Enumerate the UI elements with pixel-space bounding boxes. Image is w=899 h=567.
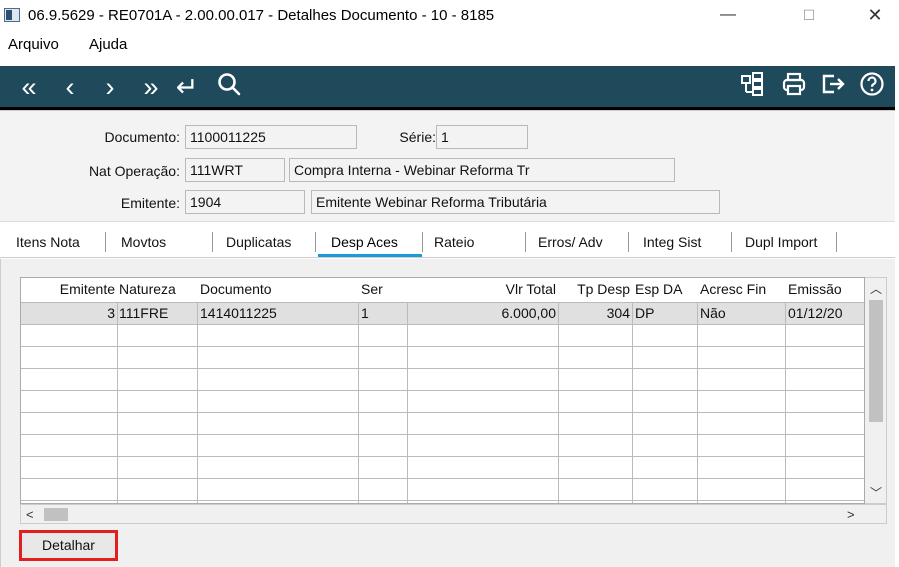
menu-arquivo[interactable]: Arquivo (8, 36, 59, 53)
structure-icon[interactable] (737, 71, 767, 103)
col-header-acresc-fin[interactable]: Acresc Fin (698, 278, 785, 302)
nat-operacao-desc-field[interactable]: Compra Interna - Webinar Reforma Tr (289, 158, 675, 182)
grid-line (358, 302, 359, 503)
serie-field[interactable]: 1 (436, 125, 528, 149)
emitente-label: Emitente: (120, 195, 180, 211)
documento-label: Documento: (104, 129, 180, 145)
documento-field[interactable]: 1100011225 (185, 125, 357, 149)
grid-line (21, 346, 864, 347)
grid-line (697, 302, 698, 503)
grid-line (21, 390, 864, 391)
tab-erros-adv[interactable]: Erros/ Adv (538, 234, 603, 250)
last-icon[interactable]: » (134, 71, 168, 103)
print-icon[interactable] (779, 71, 809, 103)
cell-documento[interactable]: 1414011225 (198, 302, 358, 324)
grid-line (197, 302, 198, 503)
vertical-scroll-thumb[interactable] (869, 300, 883, 422)
cell-emissao[interactable]: 01/12/20 (786, 302, 864, 324)
document-header-form: Documento: 1100011225 Série: 1 Nat Opera… (0, 110, 895, 222)
tab-rateio[interactable]: Rateio (434, 234, 474, 250)
prev-icon[interactable]: ‹ (58, 71, 82, 103)
search-icon[interactable] (214, 71, 244, 103)
cell-esp-da[interactable]: DP (633, 302, 697, 324)
first-icon[interactable]: « (12, 71, 46, 103)
grid-line (21, 434, 864, 435)
tab-separator (836, 232, 837, 252)
tab-separator (525, 232, 526, 252)
grid-line (21, 324, 864, 325)
next-icon[interactable]: › (98, 71, 122, 103)
help-icon[interactable] (857, 71, 887, 103)
detalhar-button[interactable]: Detalhar (19, 530, 118, 561)
col-header-natureza[interactable]: Natureza (117, 278, 197, 302)
exit-icon-graphic (822, 74, 845, 94)
tab-separator (628, 232, 629, 252)
scroll-left-icon[interactable]: < (26, 507, 34, 522)
close-button[interactable]: ✕ (852, 0, 898, 32)
structure-icon-graphic (741, 72, 763, 96)
app-icon (4, 8, 20, 22)
toolbar: « ‹ › » ↵ (0, 66, 895, 110)
desp-aces-grid[interactable]: Emitente Natureza Documento Ser Vlr Tota… (20, 277, 865, 504)
col-header-emitente[interactable]: Emitente (49, 278, 117, 302)
vertical-scrollbar[interactable]: ︿ ﹀ (865, 277, 887, 504)
help-icon-graphic (860, 72, 884, 96)
grid-line (558, 302, 559, 503)
menu-ajuda[interactable]: Ajuda (89, 36, 127, 53)
tab-movtos[interactable]: Movtos (121, 234, 166, 250)
grid-line (117, 302, 118, 503)
nat-operacao-code-field[interactable]: 111WRT (185, 158, 285, 182)
active-tab-indicator (318, 254, 422, 257)
tab-bar: Itens Nota Movtos Duplicatas Desp Aces R… (0, 226, 895, 258)
scroll-down-icon[interactable]: ﹀ (870, 484, 882, 501)
cell-emitente[interactable]: 3 (49, 302, 117, 324)
title-bar: 06.9.5629 - RE0701A - 2.00.00.017 - Deta… (0, 0, 899, 32)
grid-line (21, 500, 864, 501)
tab-separator (315, 232, 316, 252)
cell-acresc-fin[interactable]: Não (698, 302, 785, 324)
col-header-tp-desp[interactable]: Tp Desp (559, 278, 632, 302)
emitente-code-field[interactable]: 1904 (185, 190, 305, 214)
col-header-esp-da[interactable]: Esp DA (633, 278, 697, 302)
col-header-ser[interactable]: Ser (359, 278, 407, 302)
cell-tp-desp[interactable]: 304 (559, 302, 632, 324)
tab-separator (422, 232, 423, 252)
serie-label: Série: (399, 129, 436, 145)
cell-vlr-total[interactable]: 6.000,00 (408, 302, 558, 324)
tab-dupl-import[interactable]: Dupl Import (745, 234, 817, 250)
cell-ser[interactable]: 1 (359, 302, 407, 324)
grid-line (21, 456, 864, 457)
scroll-up-icon[interactable]: ︿ (870, 280, 882, 297)
grid-line (21, 478, 864, 479)
search-icon-graphic (218, 73, 241, 96)
maximize-button[interactable]: ☐ (786, 0, 832, 32)
grid-line (785, 302, 786, 503)
nat-operacao-label: Nat Operação: (88, 163, 180, 179)
tab-separator (105, 232, 106, 252)
minimize-button[interactable]: — (705, 0, 751, 32)
cell-natureza[interactable]: 111FRE (117, 302, 197, 324)
tab-integ-sist[interactable]: Integ Sist (643, 234, 701, 250)
exit-icon[interactable] (818, 71, 848, 103)
col-header-documento[interactable]: Documento (198, 278, 358, 302)
window-title: 06.9.5629 - RE0701A - 2.00.00.017 - Deta… (28, 7, 495, 24)
col-header-vlr-total[interactable]: Vlr Total (408, 278, 558, 302)
scroll-right-icon[interactable]: > (847, 507, 855, 522)
tab-itens-nota[interactable]: Itens Nota (16, 234, 80, 250)
horizontal-scrollbar[interactable]: < > (20, 504, 887, 524)
tab-separator (731, 232, 732, 252)
tab-duplicatas[interactable]: Duplicatas (226, 234, 291, 250)
print-icon-graphic (782, 72, 806, 96)
tab-desp-aces[interactable]: Desp Aces (331, 234, 398, 250)
emitente-name-field[interactable]: Emitente Webinar Reforma Tributária (311, 190, 720, 214)
menu-bar: Arquivo Ajuda (0, 33, 899, 57)
horizontal-scroll-thumb[interactable] (44, 508, 68, 521)
grid-line (632, 302, 633, 503)
grid-line (407, 302, 408, 503)
return-icon[interactable]: ↵ (172, 71, 202, 103)
grid-line (21, 368, 864, 369)
tab-separator (212, 232, 213, 252)
col-header-emissao[interactable]: Emissão (786, 278, 864, 302)
grid-line (21, 412, 864, 413)
